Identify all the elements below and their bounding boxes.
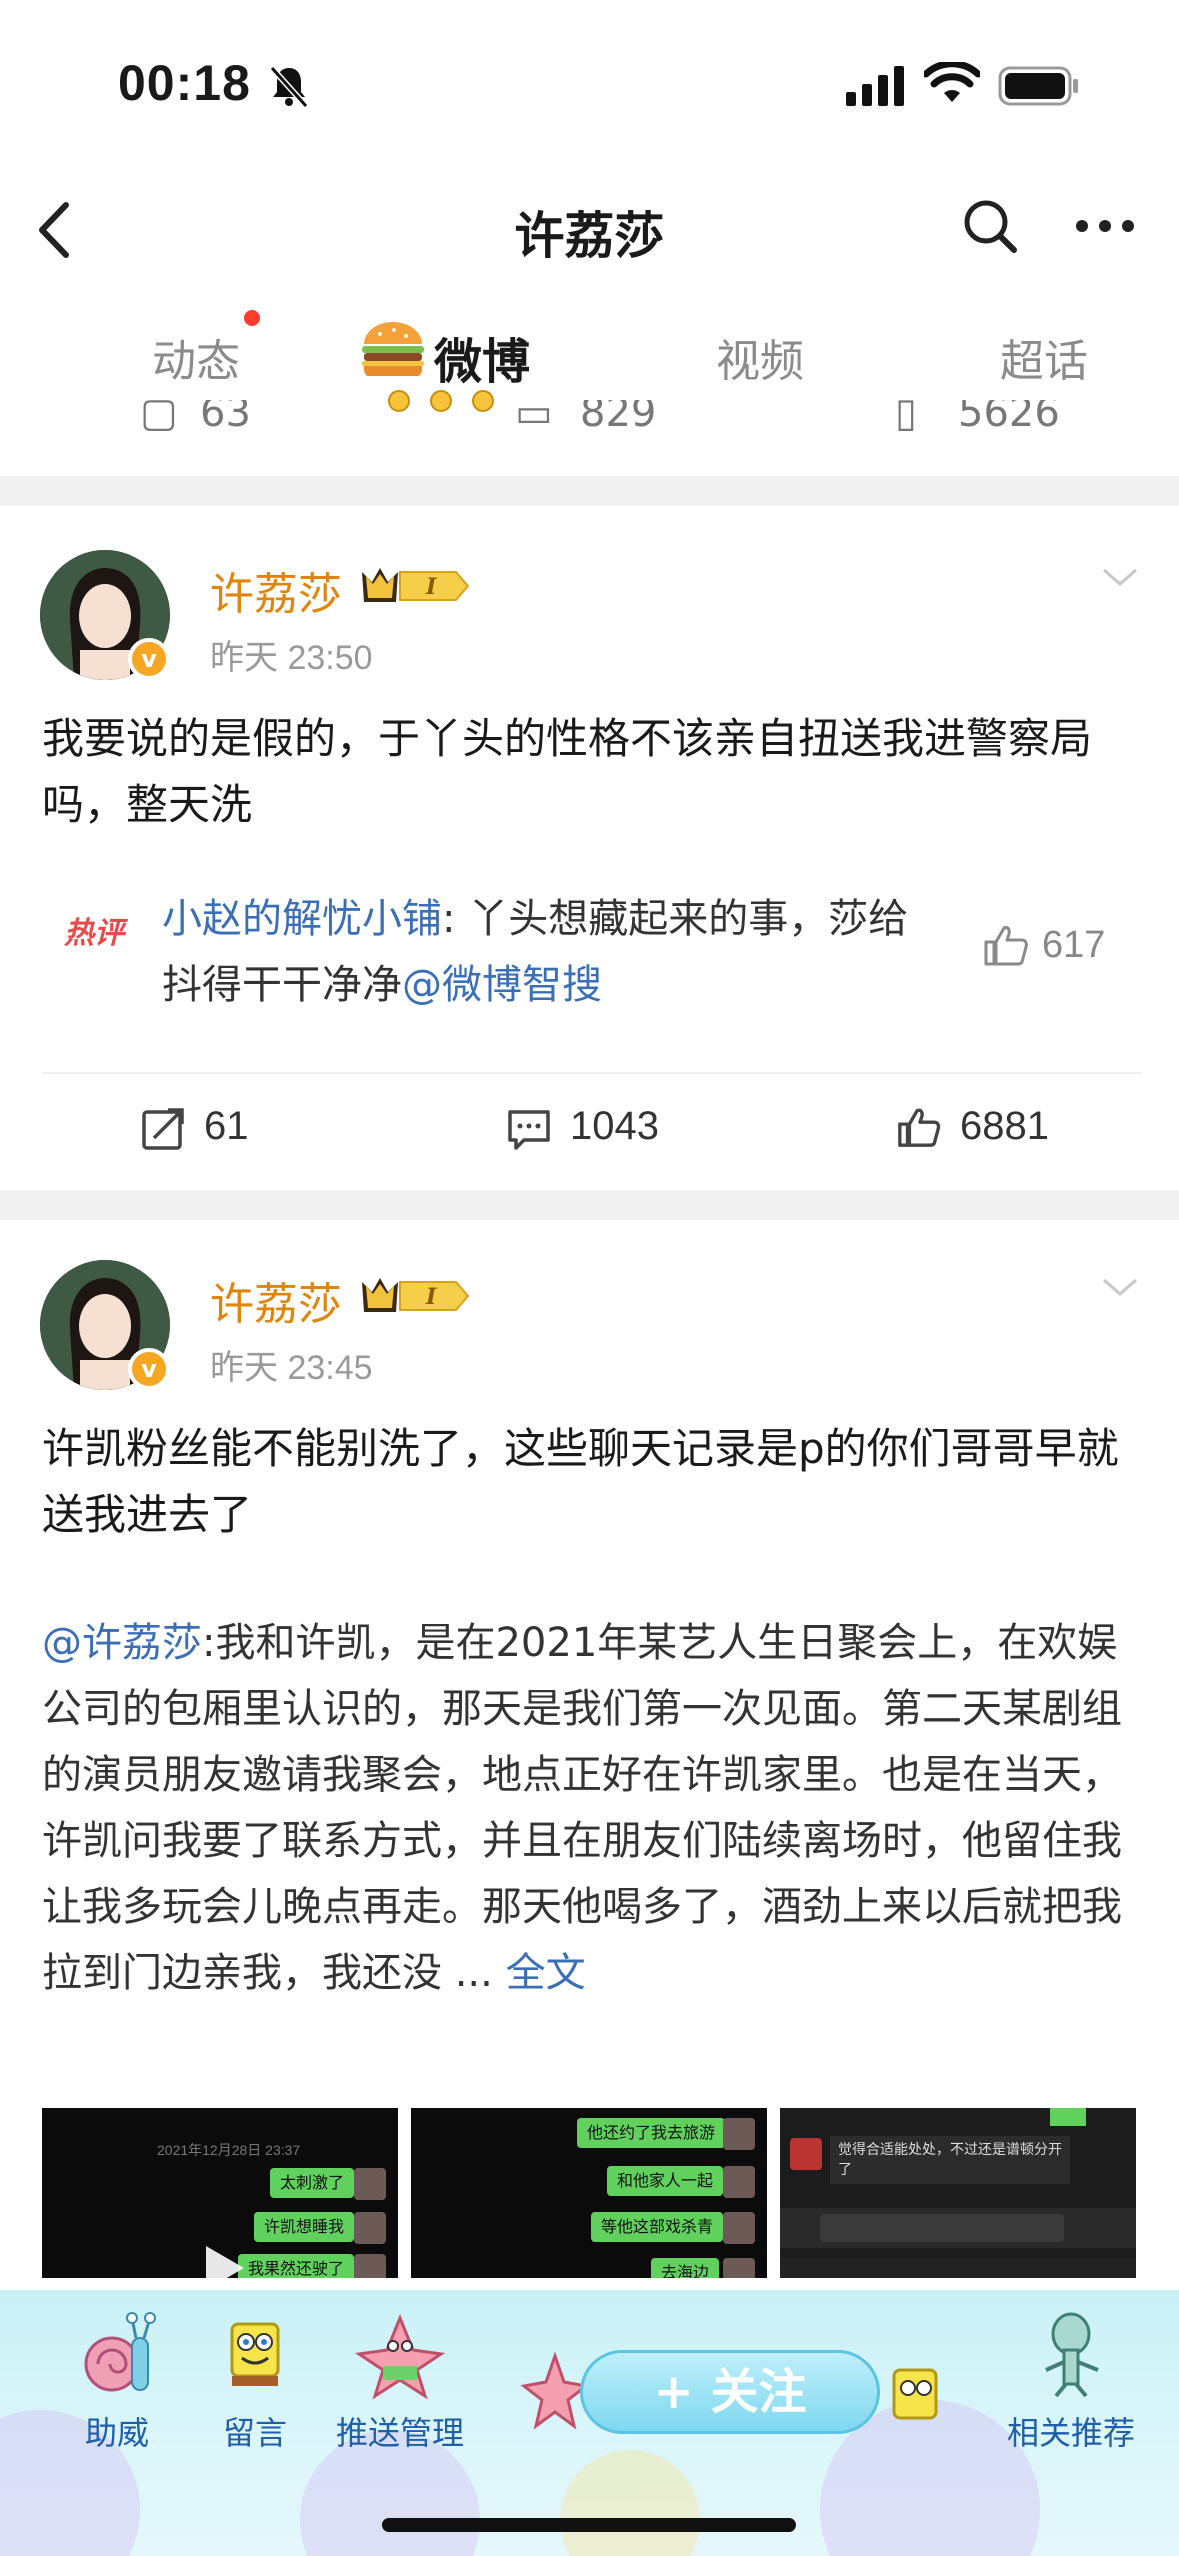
image-thumbnail[interactable]: 他还约了我去旅游 和他家人一起 等他这部戏杀青 去海边 (411, 2108, 767, 2278)
decor-flower (560, 2450, 700, 2556)
comment-board-label: 留言 (222, 2414, 287, 2452)
read-more-link[interactable]: 全文 (506, 1950, 586, 1996)
prev-repost-icon[interactable]: ▢ (140, 400, 178, 436)
like-icon[interactable] (896, 1104, 942, 1150)
profile-tabs: 动态 视频 超话 (0, 305, 1179, 415)
image-thumbnail[interactable]: 觉得合适能处处，不过还是谱顿分开了 (780, 2108, 1136, 2278)
status-bar: 00:18 (0, 0, 1179, 175)
prev-like-count: 5626 (958, 400, 1060, 436)
chat-bubble: 我果然还驶了 (238, 2254, 355, 2278)
chat-date: 2021年12月28日 23:37 (157, 2142, 301, 2158)
prev-repost-count: 63 (200, 400, 251, 436)
verified-badge-icon: v (128, 1348, 170, 1390)
hot-comment-user[interactable]: 小赵的解忧小铺 (162, 896, 442, 942)
related-recommend-label: 相关推荐 (1006, 2414, 1135, 2452)
patrick-icon (354, 2310, 446, 2400)
chat-input (820, 2214, 1064, 2242)
hot-comment-likes: 617 (1042, 924, 1106, 966)
status-time: 00:18 (118, 55, 251, 111)
hot-comment-body: 小赵的解忧小铺: 丫头想藏起来的事，莎给抖得干干净净@微博智搜 (162, 886, 922, 1018)
chat-avatar (354, 2254, 386, 2278)
thumb-up-icon[interactable] (982, 922, 1030, 968)
wifi-icon (924, 62, 980, 102)
chat-bubble: 觉得合适能处处，不过还是谱顿分开了 (830, 2136, 1070, 2184)
chat-avatar (723, 2258, 755, 2278)
chat-avatar (723, 2166, 755, 2198)
hot-comment[interactable]: 热评 小赵的解忧小铺: 丫头想藏起来的事，莎给抖得干干净净@微博智搜 617 (42, 886, 1142, 1016)
push-settings-label: 推送管理 (335, 2414, 464, 2452)
image-grid: 2021年12月28日 23:37 太刺激了 许凯想睡我 我果然还驶了 他还约了… (42, 2108, 1136, 2278)
chat-bubble: 去海边 (651, 2258, 720, 2278)
play-icon[interactable] (192, 2238, 252, 2278)
prev-comment-icon[interactable]: ▭ (515, 400, 553, 436)
chat-toolbar (780, 2258, 1136, 2278)
chat-avatar (354, 2212, 386, 2244)
section-divider (0, 1190, 1179, 1220)
comment-board-button[interactable]: 留言 (190, 2290, 320, 2454)
snail-icon (72, 2310, 162, 2400)
comment-count: 1043 (570, 1104, 659, 1148)
search-icon[interactable] (960, 196, 1020, 256)
chat-avatar (354, 2168, 386, 2200)
follow-button[interactable]: + 关注 (580, 2350, 880, 2434)
chat-bubble: 和他家人一起 (607, 2166, 724, 2196)
home-indicator (382, 2518, 796, 2532)
bottom-action-bar: 助威 留言 推送管理 + 关注 相关推荐 (0, 2290, 1179, 2556)
spongebob-decor-icon (892, 2368, 938, 2420)
chat-avatar (790, 2138, 822, 2170)
repost-text: :我和许凯，是在2021年某艺人生日聚会上，在欢娱公司的包厢里认识的，那天是我们… (42, 1620, 1122, 1996)
signal-icon (846, 66, 904, 106)
post-text: 我要说的是假的，于丫头的性格不该亲自扭送我进警察局吗，整天洗 (42, 714, 1093, 829)
tab-dongtai[interactable]: 动态 (152, 325, 240, 389)
tab-supertopic[interactable]: 超话 (1000, 325, 1088, 389)
burger-icon (362, 322, 424, 377)
bell-muted-icon (269, 65, 309, 108)
prev-like-icon[interactable]: ▯ (895, 400, 917, 436)
chevron-down-icon[interactable] (1100, 1276, 1140, 1300)
vip-badge-icon[interactable]: I (356, 1272, 472, 1320)
related-recommend-button[interactable]: 相关推荐 (986, 2290, 1156, 2454)
post-author[interactable]: 许荔莎 (210, 558, 342, 622)
post-time: 昨天 23:50 (210, 639, 373, 677)
svg-text:I: I (425, 574, 437, 600)
hot-comment-tag: 热评 (64, 916, 124, 951)
push-settings-button[interactable]: 推送管理 (330, 2290, 470, 2454)
repost-content[interactable]: @许荔莎:我和许凯，是在2021年某艺人生日聚会上，在欢娱公司的包厢里认识的，那… (42, 1610, 1152, 2006)
svg-text:I: I (425, 1284, 437, 1310)
previous-post-actions: ▢ 63 ▭ 829 ▯ 5626 (0, 400, 1179, 440)
verified-badge-icon: v (128, 638, 170, 680)
repost-icon[interactable] (140, 1106, 186, 1152)
post-time: 昨天 23:45 (210, 1349, 373, 1387)
more-icon[interactable] (1070, 196, 1140, 256)
post-text: 许凯粉丝能不能别洗了，这些聊天记录是p的你们哥哥早就送我进去了 (42, 1424, 1119, 1539)
chat-avatar (723, 2118, 755, 2150)
tab-video[interactable]: 视频 (716, 325, 804, 389)
chat-bubble-partial (1050, 2108, 1086, 2126)
post-author[interactable]: 许荔莎 (210, 1268, 342, 1332)
section-divider (0, 476, 1179, 506)
image-thumbnail[interactable]: 2021年12月28日 23:37 太刺激了 许凯想睡我 我果然还驶了 (42, 2108, 398, 2278)
repost-count: 61 (204, 1104, 249, 1148)
hot-comment-mention[interactable]: @微博智搜 (402, 962, 602, 1008)
chat-bubble: 太刺激了 (270, 2168, 355, 2198)
like-count: 6881 (960, 1104, 1049, 1148)
chat-bubble: 许凯想睡我 (254, 2212, 355, 2242)
cheer-label: 助威 (84, 2414, 149, 2452)
squidward-icon (1026, 2310, 1116, 2400)
divider (42, 1072, 1142, 1074)
chat-bubble: 他还约了我去旅游 (577, 2118, 726, 2148)
notification-dot (244, 310, 260, 326)
cheer-button[interactable]: 助威 (52, 2290, 182, 2454)
chat-avatar (723, 2212, 755, 2244)
chevron-down-icon[interactable] (1100, 566, 1140, 590)
repost-mention[interactable]: @许荔莎 (42, 1620, 202, 1666)
vip-badge-icon[interactable]: I (356, 562, 472, 610)
prev-comment-count: 829 (580, 400, 657, 436)
spongebob-icon (210, 2310, 300, 2400)
comment-icon[interactable] (506, 1106, 552, 1152)
tab-weibo[interactable]: 微博 (434, 322, 530, 392)
post-card[interactable]: v 许荔莎 I 昨天 23:50 我要说的是假的，于丫头的性格不该亲自扭送我进警… (0, 506, 1179, 1190)
chat-bubble: 等他这部戏杀青 (591, 2212, 724, 2242)
battery-icon (998, 66, 1078, 106)
